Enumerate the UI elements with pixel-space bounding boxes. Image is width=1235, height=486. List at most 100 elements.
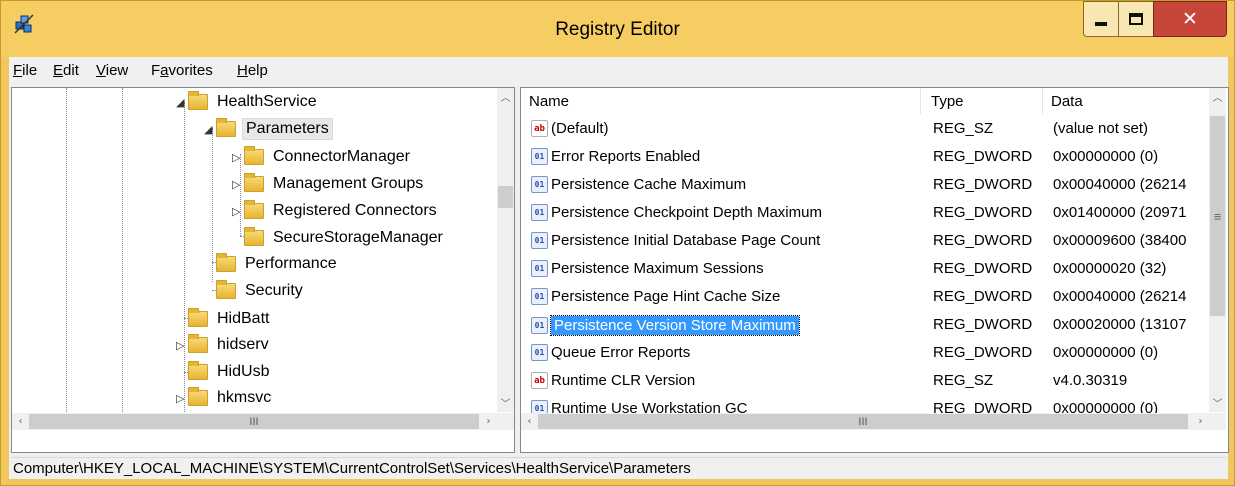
folder-icon	[188, 387, 208, 406]
menu-file[interactable]: File	[13, 62, 37, 79]
list-horizontal-scrollbar[interactable]: ‹ III ›	[521, 413, 1209, 430]
tree-item-healthservice[interactable]: ◢ HealthService	[176, 90, 320, 114]
tree-item-registered-connectors[interactable]: ▷ Registered Connectors	[232, 199, 440, 223]
column-header-data[interactable]: Data	[1043, 88, 1203, 114]
scroll-down-icon[interactable]: ﹀	[1209, 394, 1226, 411]
value-name-cell: 01 Persistence Version Store Maximum	[531, 315, 800, 336]
client-area: File Edit View Favorites Help ◢ HealthSe…	[9, 57, 1229, 479]
close-button[interactable]: ✕	[1153, 1, 1227, 37]
expand-icon[interactable]: ▷	[232, 178, 244, 191]
scroll-up-icon[interactable]: ︿	[1209, 88, 1226, 105]
collapse-icon[interactable]: ◢	[176, 96, 188, 109]
title-bar[interactable]: Registry Editor ✕	[1, 1, 1234, 57]
tree-item-security[interactable]: Security	[216, 279, 306, 303]
scroll-right-icon[interactable]: ›	[480, 413, 497, 430]
list-vertical-scrollbar[interactable]: ︿ ≡ ﹀	[1209, 88, 1226, 412]
value-data: 0x00009600 (38400	[1053, 232, 1187, 249]
value-row[interactable]: 01 Queue Error Reports REG_DWORD 0x00000000…	[521, 340, 1201, 368]
value-row[interactable]: 01 Error Reports Enabled REG_DWORD 0x000000…	[521, 144, 1201, 172]
value-name-cell: 01 Persistence Page Hint Cache Size	[531, 288, 780, 305]
tree-item-connectormanager[interactable]: ▷ ConnectorManager	[232, 145, 413, 169]
status-bar: Computer\HKEY_LOCAL_MACHINE\SYSTEM\Curre…	[11, 457, 1226, 479]
value-row[interactable]: 01 Persistence Cache Maximum REG_DWORD 0x00…	[521, 172, 1201, 200]
value-name: Error Reports Enabled	[551, 148, 701, 165]
maximize-icon	[1129, 13, 1143, 25]
tree-pane[interactable]: ◢ HealthService ◢ Parameters ▷ Connector…	[11, 87, 515, 453]
menu-edit[interactable]: Edit	[53, 62, 79, 79]
value-type: REG_DWORD	[933, 204, 1033, 221]
value-name: Persistence Checkpoint Depth Maximum	[551, 204, 822, 221]
value-name: Persistence Cache Maximum	[551, 176, 747, 193]
dword-value-icon: 01	[531, 176, 548, 193]
scroll-left-icon[interactable]: ‹	[12, 413, 29, 430]
value-type: REG_DWORD	[933, 316, 1033, 333]
menu-bar: File Edit View Favorites Help	[9, 57, 1228, 85]
expand-icon[interactable]: ▷	[232, 205, 244, 218]
dword-value-icon: 01	[531, 232, 548, 249]
tree-item-hidusb[interactable]: HidUsb	[188, 360, 272, 384]
folder-icon	[188, 361, 208, 380]
value-name-cell: 01 Persistence Cache Maximum	[531, 176, 746, 193]
folder-icon	[244, 200, 264, 219]
value-data: 0x00000020 (32)	[1053, 260, 1167, 277]
folder-icon	[216, 118, 236, 137]
column-header-name[interactable]: Name	[521, 88, 921, 114]
value-row[interactable]: 01 Persistence Initial Database Page Coun…	[521, 228, 1201, 256]
value-type: REG_DWORD	[933, 148, 1033, 165]
tree-item-parameters[interactable]: ◢ Parameters	[204, 117, 333, 141]
values-list-pane[interactable]: Name Type Data ab (Default) REG_SZ (value n…	[520, 87, 1229, 453]
folder-icon	[188, 91, 208, 110]
menu-favorites[interactable]: Favorites	[151, 62, 213, 79]
dword-value-icon: 01	[531, 260, 548, 277]
expand-icon[interactable]: ▷	[176, 339, 188, 352]
menu-help[interactable]: Help	[237, 62, 268, 79]
value-row[interactable]: ab Runtime CLR Version REG_SZ v4.0.30319	[521, 368, 1201, 396]
folder-icon	[188, 334, 208, 353]
tree-hscroll-thumb[interactable]: III	[29, 414, 479, 429]
tree-scroll-thumb[interactable]	[498, 186, 513, 208]
collapse-icon[interactable]: ◢	[204, 123, 216, 136]
registry-editor-window: Registry Editor ✕ File Edit View Favorit…	[0, 0, 1235, 486]
tree-vertical-scrollbar[interactable]: ︿ ﹀	[497, 88, 514, 412]
value-type: REG_SZ	[933, 372, 994, 389]
menu-view[interactable]: View	[96, 62, 128, 79]
value-name-cell: 01 Persistence Checkpoint Depth Maximum	[531, 204, 822, 221]
minimize-button[interactable]	[1083, 1, 1119, 37]
value-row[interactable]: 01 Persistence Version Store Maximum REG_D…	[521, 312, 1201, 340]
expand-icon[interactable]: ▷	[232, 151, 244, 164]
value-row[interactable]: ab (Default) REG_SZ (value not set)	[521, 116, 1201, 144]
list-hscroll-thumb[interactable]: III	[538, 414, 1188, 429]
value-name: Queue Error Reports	[551, 344, 691, 361]
value-data: 0x00000000 (0)	[1053, 148, 1159, 165]
dword-value-icon: 01	[531, 148, 548, 165]
value-name: Persistence Page Hint Cache Size	[551, 288, 781, 305]
tree-item-hkmsvc[interactable]: ▷ hkmsvc	[176, 386, 274, 410]
value-name: (Default)	[551, 120, 609, 137]
value-name: Persistence Maximum Sessions	[551, 260, 764, 277]
maximize-button[interactable]	[1118, 1, 1154, 37]
tree-item-performance[interactable]: Performance	[216, 252, 340, 276]
value-row[interactable]: 01 Persistence Checkpoint Depth Maximum RE…	[521, 200, 1201, 228]
value-name: Runtime CLR Version	[551, 372, 696, 389]
tree-item-hidserv[interactable]: ▷ hidserv	[176, 333, 272, 357]
tree-item-management-groups[interactable]: ▷ Management Groups	[232, 172, 426, 196]
scroll-down-icon[interactable]: ﹀	[497, 394, 514, 411]
value-data: v4.0.30319	[1053, 372, 1128, 389]
scroll-up-icon[interactable]: ︿	[497, 88, 514, 105]
dword-value-icon: 01	[531, 317, 548, 334]
tree-item-securestoragemanager[interactable]: SecureStorageManager	[244, 226, 446, 250]
window-title: Registry Editor	[555, 19, 680, 40]
scroll-right-icon[interactable]: ›	[1192, 413, 1209, 430]
folder-icon	[244, 227, 264, 246]
value-row[interactable]: 01 Persistence Maximum Sessions REG_DWORD 0…	[521, 256, 1201, 284]
value-name-cell: ab (Default)	[531, 120, 609, 137]
value-row[interactable]: 01 Persistence Page Hint Cache Size REG_DW…	[521, 284, 1201, 312]
list-scroll-thumb[interactable]: ≡	[1210, 116, 1225, 316]
value-type: REG_DWORD	[933, 288, 1033, 305]
column-header-type[interactable]: Type	[923, 88, 1043, 114]
expand-icon[interactable]: ▷	[176, 392, 188, 405]
tree-item-hidbatt[interactable]: HidBatt	[188, 307, 272, 331]
tree-horizontal-scrollbar[interactable]: ‹ III ›	[12, 413, 497, 430]
dword-value-icon: 01	[531, 288, 548, 305]
scroll-left-icon[interactable]: ‹	[521, 413, 538, 430]
